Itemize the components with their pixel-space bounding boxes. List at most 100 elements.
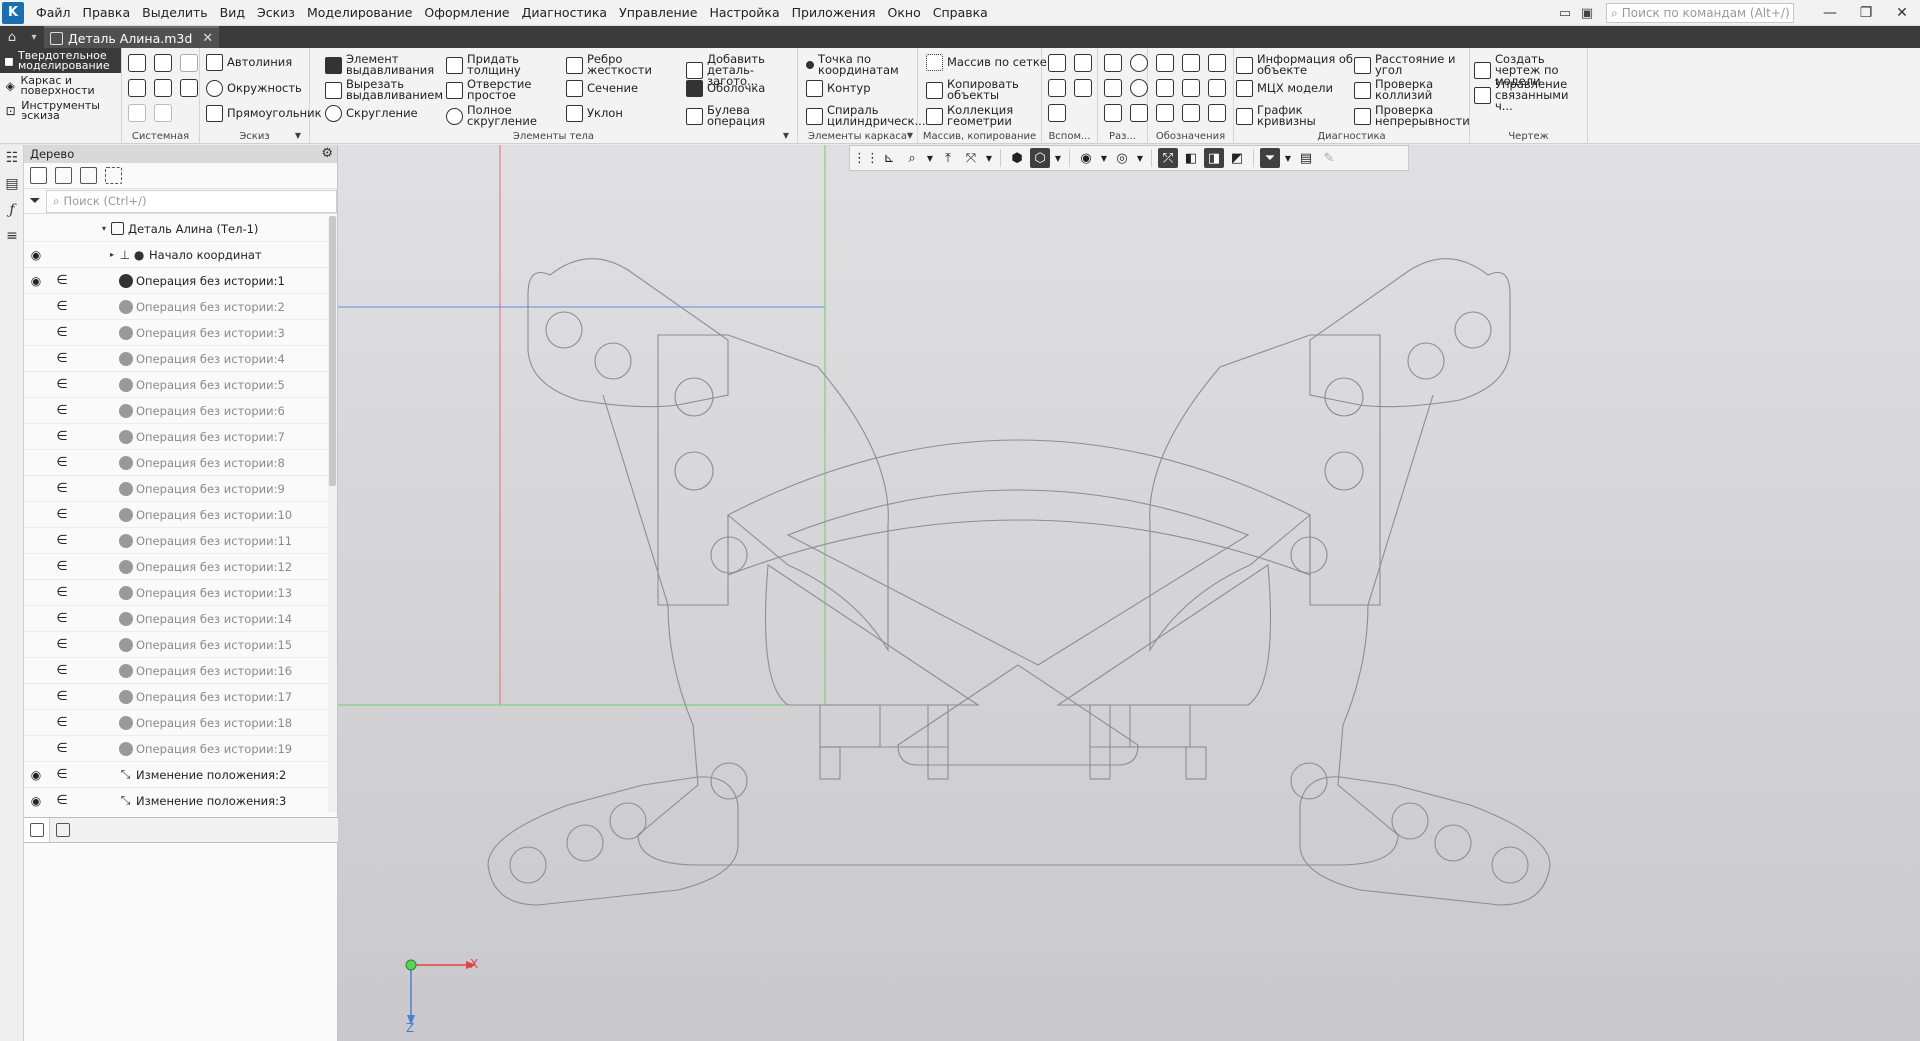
tree-panel-icon[interactable]: ☷: [0, 145, 24, 171]
object-info-button[interactable]: Информация об объекте: [1236, 53, 1353, 76]
measure-icon[interactable]: ◨: [1204, 148, 1224, 168]
menu-item[interactable]: Оформление: [418, 0, 515, 26]
history-view-icon[interactable]: [55, 167, 72, 184]
select-all-icon[interactable]: [105, 167, 122, 184]
include-icon[interactable]: ∈: [48, 325, 76, 340]
menu-item[interactable]: Моделирование: [301, 0, 418, 26]
gear-icon[interactable]: ⚙: [321, 146, 333, 161]
tree-row[interactable]: ∈ Операция без истории:11: [24, 528, 328, 554]
layers-icon[interactable]: ≡: [0, 223, 24, 249]
mcx-button[interactable]: МЦХ модели: [1236, 80, 1333, 97]
circle-button[interactable]: Окружность: [206, 80, 302, 97]
contour-button[interactable]: Контур: [806, 80, 871, 97]
include-icon[interactable]: ∈: [48, 663, 76, 678]
autoline-button[interactable]: Автолиния: [206, 54, 292, 71]
point-button[interactable]: Точка по координатам: [806, 53, 902, 76]
redo-icon[interactable]: [154, 104, 172, 122]
relations-view-icon[interactable]: [80, 167, 97, 184]
menu-item[interactable]: Вид: [214, 0, 251, 26]
expander-icon[interactable]: ▾: [98, 224, 110, 233]
include-icon[interactable]: ∈: [48, 403, 76, 418]
tabs-dropdown-icon[interactable]: ▾: [24, 32, 44, 43]
properties-icon[interactable]: ▤: [0, 171, 24, 197]
hide-icon[interactable]: ◉: [1076, 148, 1096, 168]
continuity-button[interactable]: Проверка непрерывности: [1354, 104, 1470, 127]
tree-row[interactable]: ∈ Операция без истории:2: [24, 294, 328, 320]
include-icon[interactable]: ∈: [48, 741, 76, 756]
menu-item[interactable]: Выделить: [136, 0, 214, 26]
layout-icon[interactable]: ▭: [1554, 3, 1576, 23]
chevron-down-icon[interactable]: ▼: [783, 131, 789, 140]
structure-view-icon[interactable]: [30, 167, 47, 184]
mode-item[interactable]: ◈ Каркас и поверхности: [0, 73, 121, 98]
tree-row[interactable]: ∈ Операция без истории:4: [24, 346, 328, 372]
menu-item[interactable]: Правка: [77, 0, 137, 26]
filter-icon[interactable]: ⏷: [1260, 148, 1280, 168]
tree-row[interactable]: ∈ Операция без истории:12: [24, 554, 328, 580]
section-button[interactable]: Сечение: [566, 80, 638, 97]
eye-icon[interactable]: ◉: [24, 248, 48, 262]
datum-icon[interactable]: [1208, 104, 1226, 122]
position-icon[interactable]: [1182, 79, 1200, 97]
tree-row[interactable]: ∈ Операция без истории:15: [24, 632, 328, 658]
chevron-down-icon[interactable]: ▼: [907, 131, 913, 140]
include-icon[interactable]: ∈: [48, 533, 76, 548]
dim-extra-icon[interactable]: [1104, 104, 1122, 122]
menu-item[interactable]: Эскиз: [251, 0, 301, 26]
angle-dim-icon[interactable]: [1104, 79, 1122, 97]
tree-row[interactable]: ◉ ∈ Операция без истории:1: [24, 268, 328, 294]
tree-scrollbar-thumb[interactable]: [329, 216, 336, 486]
orient-icon[interactable]: ⤧: [961, 148, 981, 168]
mark-icon[interactable]: [1208, 79, 1226, 97]
aux-line-icon[interactable]: [1048, 104, 1066, 122]
dim-extra2-icon[interactable]: [1130, 104, 1148, 122]
tree-row[interactable]: ◉ ∈ ⤡ Изменение положения:2: [24, 762, 328, 788]
extrude-button[interactable]: Элемент выдавливания: [325, 53, 434, 76]
menu-item[interactable]: Окно: [882, 0, 927, 26]
tree-row[interactable]: ∈ Операция без истории:17: [24, 684, 328, 710]
boolean-button[interactable]: Булева операция: [686, 104, 773, 127]
zoom-icon[interactable]: ⌕: [902, 148, 922, 168]
include-icon[interactable]: ∈: [48, 481, 76, 496]
linear-dim-icon[interactable]: [1104, 54, 1122, 72]
axis-icon[interactable]: [1074, 54, 1092, 72]
mode-item[interactable]: ◼ Твердотельное моделирование: [0, 48, 121, 73]
pencil-icon[interactable]: ✎: [1319, 148, 1339, 168]
lcs-icon[interactable]: [1074, 79, 1092, 97]
hole-button[interactable]: Отверстие простое: [446, 78, 533, 101]
document-tab[interactable]: Деталь Алина.m3d ✕: [44, 26, 220, 48]
restore-button[interactable]: ❐: [1848, 0, 1884, 26]
new-file-icon[interactable]: [128, 54, 146, 72]
tree-row[interactable]: ∈ Операция без истории:6: [24, 398, 328, 424]
collisions-button[interactable]: Проверка коллизий: [1354, 78, 1445, 101]
properties-icon[interactable]: ▤: [1296, 148, 1316, 168]
tree-row[interactable]: ∈ Операция без истории:14: [24, 606, 328, 632]
tree-row[interactable]: ∈ Операция без истории:18: [24, 710, 328, 736]
menu-item[interactable]: Справка: [927, 0, 994, 26]
include-icon[interactable]: ∈: [48, 429, 76, 444]
save-all-icon[interactable]: [180, 79, 198, 97]
menu-item[interactable]: Файл: [30, 0, 77, 26]
geometry-collection-button[interactable]: Коллекция геометрии: [926, 104, 1017, 127]
plane-icon[interactable]: [1048, 54, 1066, 72]
manage-drawings-button[interactable]: Управление связанными ч...: [1474, 78, 1587, 112]
tree-tab[interactable]: [24, 818, 50, 842]
include-icon[interactable]: ∈: [48, 793, 76, 808]
home-icon[interactable]: ⌂: [0, 26, 24, 48]
include-icon[interactable]: ∈: [48, 715, 76, 730]
shell-button[interactable]: Оболочка: [686, 80, 765, 97]
draft-button[interactable]: Уклон: [566, 105, 623, 122]
chevron-down-icon[interactable]: ▼: [1283, 154, 1293, 163]
include-icon[interactable]: ∈: [48, 507, 76, 522]
print-icon[interactable]: [128, 79, 146, 97]
base-icon[interactable]: [1208, 54, 1226, 72]
include-icon[interactable]: ∈: [48, 351, 76, 366]
tree-row[interactable]: ▾ Деталь Алина (Тел-1): [24, 216, 328, 242]
include-icon[interactable]: ∈: [48, 559, 76, 574]
tree-row[interactable]: ∈ Операция без истории:7: [24, 424, 328, 450]
tree-row[interactable]: ◉ ▸ ⊥ ● Начало координат: [24, 242, 328, 268]
close-tab-icon[interactable]: ✕: [202, 31, 213, 46]
save-icon[interactable]: [180, 54, 198, 72]
cut-extrude-button[interactable]: Вырезать выдавливанием: [325, 78, 443, 101]
filter-icon[interactable]: ⏷: [24, 193, 46, 209]
